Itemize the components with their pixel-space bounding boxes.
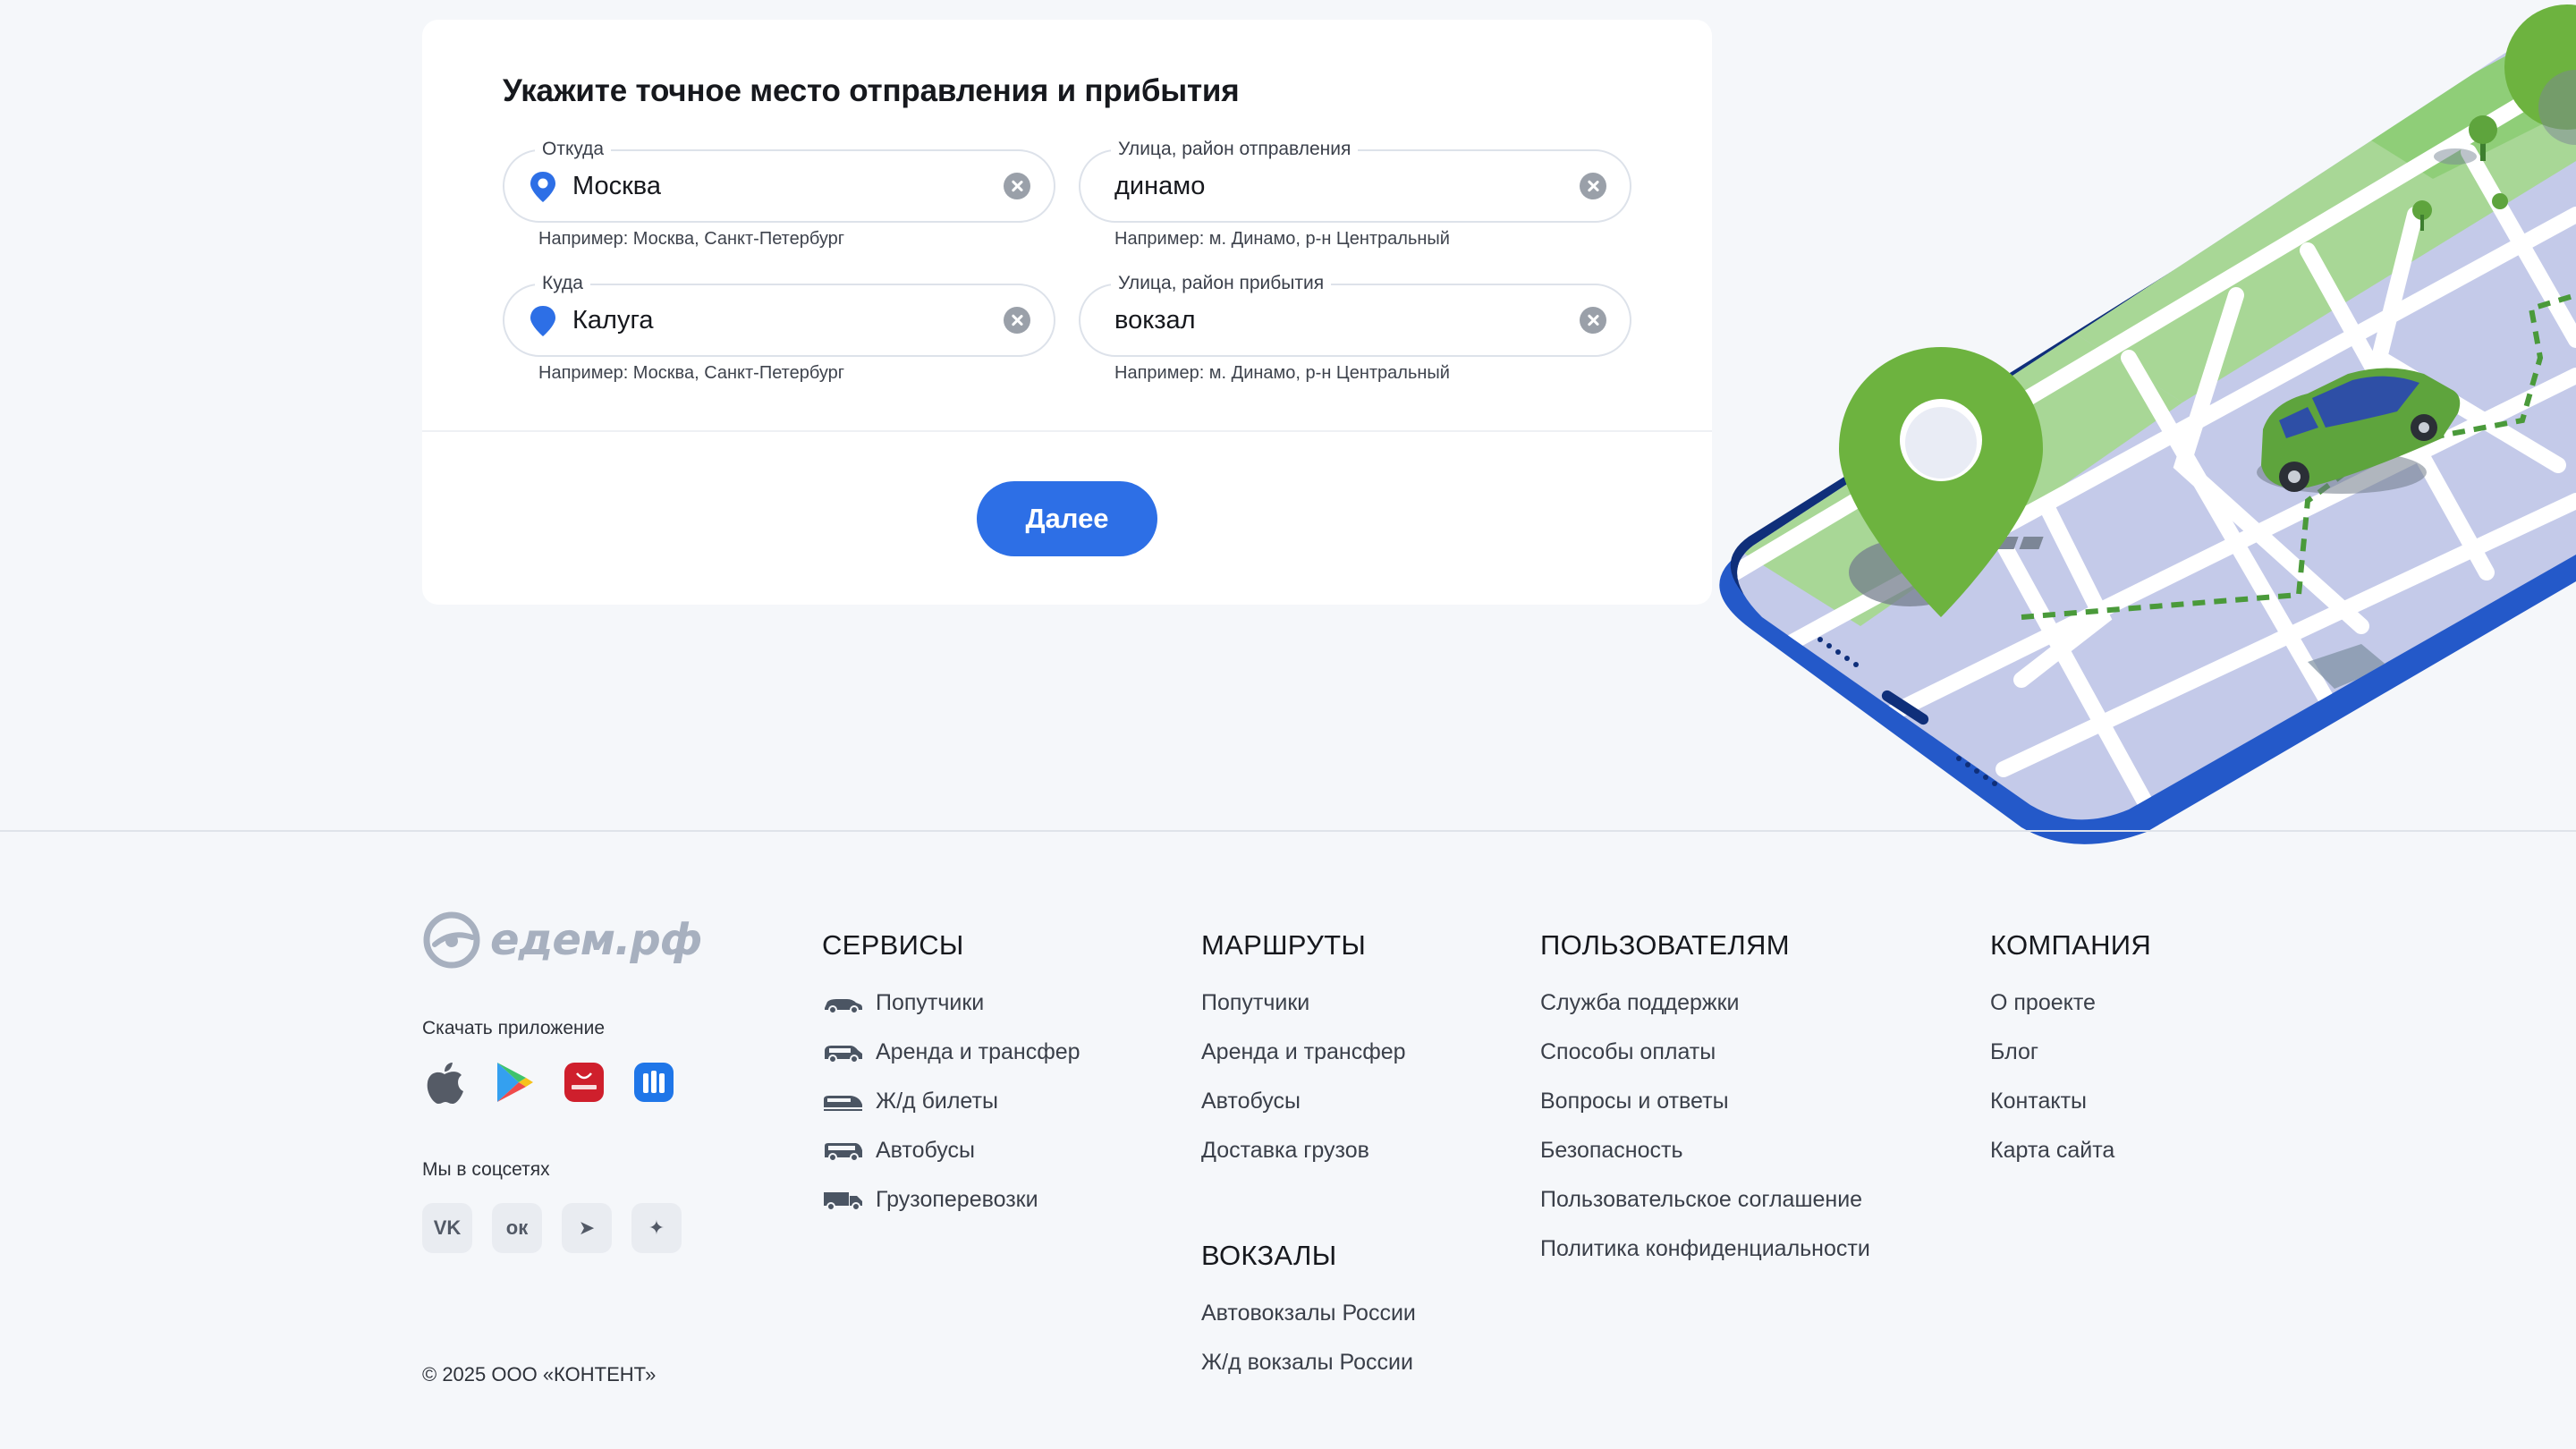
car-icon bbox=[825, 998, 862, 1013]
routes-title: МАРШРУТЫ bbox=[1201, 929, 1367, 961]
form-title: Укажите точное место отправления и прибы… bbox=[503, 73, 1240, 108]
clear-to-city-icon[interactable] bbox=[1004, 307, 1030, 334]
to-city-field[interactable]: Куда bbox=[503, 272, 1055, 357]
vk-icon[interactable]: VK bbox=[422, 1203, 472, 1253]
users-link[interactable]: Способы оплаты bbox=[1540, 1028, 1870, 1077]
users-link[interactable]: Служба поддержки bbox=[1540, 979, 1870, 1028]
download-app-label: Скачать приложение bbox=[422, 1018, 606, 1038]
route-link[interactable]: Доставка грузов bbox=[1201, 1126, 1406, 1175]
logo-text: едем.рф bbox=[490, 915, 702, 965]
station-link[interactable]: Автовокзалы России bbox=[1201, 1289, 1416, 1338]
service-label: Ж/д билеты bbox=[876, 1089, 998, 1114]
to-street-field[interactable]: Улица, район прибытия bbox=[1079, 272, 1631, 357]
users-title: ПОЛЬЗОВАТЕЛЯМ bbox=[1540, 929, 1790, 961]
logo-emblem-icon bbox=[423, 911, 480, 969]
users-list: Служба поддержки Способы оплаты Вопросы … bbox=[1540, 979, 1870, 1274]
map-phone-illustration bbox=[1719, 4, 2576, 844]
users-link[interactable]: Вопросы и ответы bbox=[1540, 1077, 1870, 1126]
routes-list: Попутчики Аренда и трансфер Автобусы Дос… bbox=[1201, 979, 1406, 1175]
sparkle-icon[interactable]: ✦ bbox=[631, 1203, 682, 1253]
route-link[interactable]: Аренда и трансфер bbox=[1201, 1028, 1406, 1077]
company-link[interactable]: Контакты bbox=[1990, 1077, 2114, 1126]
page: Укажите точное место отправления и прибы… bbox=[0, 0, 2576, 1449]
services-title: СЕРВИСЫ bbox=[822, 929, 964, 961]
service-label: Попутчики bbox=[876, 990, 985, 1015]
users-link[interactable]: Политика конфиденциальности bbox=[1540, 1224, 1870, 1274]
bus-icon bbox=[825, 1142, 862, 1161]
rustore-icon[interactable] bbox=[631, 1060, 676, 1105]
social-links: VK ок ➤ ✦ bbox=[422, 1203, 682, 1253]
next-button[interactable]: Далее bbox=[977, 481, 1157, 556]
apple-icon[interactable] bbox=[422, 1060, 467, 1105]
users-link[interactable]: Безопасность bbox=[1540, 1126, 1870, 1175]
minivan-icon bbox=[825, 1045, 862, 1063]
from-street-input[interactable] bbox=[1114, 151, 1508, 221]
service-link-cargo[interactable]: Грузоперевозки bbox=[822, 1175, 1080, 1224]
site-logo[interactable]: едем.рф bbox=[422, 911, 702, 970]
services-list: Попутчики Аренда и трансфер Ж/д билеты А… bbox=[822, 979, 1080, 1224]
stations-list: Автовокзалы России Ж/д вокзалы России bbox=[1201, 1289, 1416, 1387]
company-title: КОМПАНИЯ bbox=[1990, 929, 2152, 961]
from-city-hint: Например: Москва, Санкт-Петербург bbox=[538, 229, 845, 249]
to-city-hint: Например: Москва, Санкт-Петербург bbox=[538, 363, 845, 383]
clear-from-city-icon[interactable] bbox=[1004, 173, 1030, 199]
telegram-icon[interactable]: ➤ bbox=[562, 1203, 612, 1253]
service-label: Аренда и трансфер bbox=[876, 1039, 1080, 1064]
service-link-train[interactable]: Ж/д билеты bbox=[822, 1077, 1080, 1126]
social-label: Мы в соцсетях bbox=[422, 1159, 550, 1180]
users-link[interactable]: Пользовательское соглашение bbox=[1540, 1175, 1870, 1224]
route-link[interactable]: Автобусы bbox=[1201, 1077, 1406, 1126]
to-street-input[interactable] bbox=[1114, 285, 1508, 355]
clear-from-street-icon[interactable] bbox=[1580, 173, 1606, 199]
to-city-input[interactable] bbox=[572, 285, 966, 355]
card-divider bbox=[422, 430, 1712, 432]
location-drop-icon bbox=[530, 306, 555, 336]
truck-icon bbox=[824, 1191, 862, 1210]
service-label: Грузоперевозки bbox=[876, 1187, 1038, 1212]
clear-to-street-icon[interactable] bbox=[1580, 307, 1606, 334]
company-link[interactable]: Блог bbox=[1990, 1028, 2114, 1077]
from-street-hint: Например: м. Динамо, р-н Центральный bbox=[1114, 229, 1450, 249]
location-pin-icon bbox=[530, 172, 555, 202]
company-link[interactable]: Карта сайта bbox=[1990, 1126, 2114, 1175]
huawei-appgallery-icon[interactable] bbox=[562, 1060, 606, 1105]
company-link[interactable]: О проекте bbox=[1990, 979, 2114, 1028]
copyright: © 2025 ООО «КОНТЕНТ» bbox=[422, 1363, 657, 1385]
service-link-bus[interactable]: Автобусы bbox=[822, 1126, 1080, 1175]
train-icon bbox=[824, 1095, 862, 1111]
service-link-rental[interactable]: Аренда и трансфер bbox=[822, 1028, 1080, 1077]
from-city-input[interactable] bbox=[572, 151, 966, 221]
route-form-card: Укажите точное место отправления и прибы… bbox=[422, 20, 1712, 605]
footer-divider bbox=[0, 830, 2576, 832]
app-store-links bbox=[422, 1060, 676, 1105]
to-street-hint: Например: м. Динамо, р-н Центральный bbox=[1114, 363, 1450, 383]
company-list: О проекте Блог Контакты Карта сайта bbox=[1990, 979, 2114, 1175]
odnoklassniki-icon[interactable]: ок bbox=[492, 1203, 542, 1253]
google-play-icon[interactable] bbox=[492, 1060, 537, 1105]
service-label: Автобусы bbox=[876, 1138, 975, 1163]
station-link[interactable]: Ж/д вокзалы России bbox=[1201, 1338, 1416, 1387]
stations-title: ВОКЗАЛЫ bbox=[1201, 1240, 1337, 1271]
route-link[interactable]: Попутчики bbox=[1201, 979, 1406, 1028]
service-link-rideshare[interactable]: Попутчики bbox=[822, 979, 1080, 1028]
from-city-field[interactable]: Откуда bbox=[503, 138, 1055, 223]
from-street-field[interactable]: Улица, район отправления bbox=[1079, 138, 1631, 223]
